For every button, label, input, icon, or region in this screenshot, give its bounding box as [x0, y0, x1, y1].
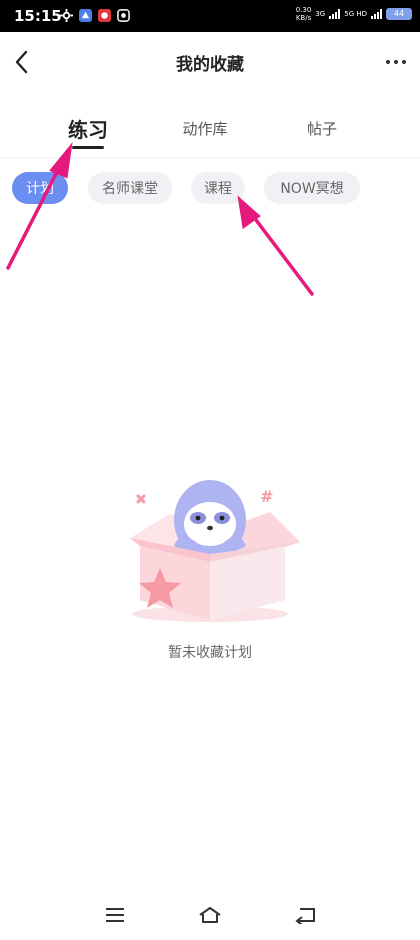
empty-message: 暂未收藏计划: [168, 645, 252, 661]
chip-now-meditation[interactable]: NOW冥想: [264, 172, 360, 204]
return-icon: [295, 908, 315, 924]
status-notification-icons: [60, 9, 130, 22]
signal-type-2: 5G HD: [344, 10, 367, 18]
annotation-arrow-icon: [248, 210, 314, 296]
battery-icon: 44: [386, 8, 412, 20]
more-dots-icon: [402, 60, 406, 64]
filter-chips: 计划 名师课堂 课程 NOW冥想: [0, 172, 420, 206]
signal-bars-icon: [329, 9, 341, 19]
status-bar: 15:15 0.30 KB/s 3G 5G HD 44: [0, 0, 420, 32]
page-title: 我的收藏: [176, 55, 244, 75]
system-nav-bar: [0, 890, 420, 940]
battery-level: 44: [393, 9, 405, 18]
status-right-indicators: 0.30 KB/s 3G 5G HD 44: [296, 6, 412, 22]
signal-type-1: 3G: [315, 10, 326, 18]
net-speed-value: 0.30: [295, 6, 312, 14]
nav-back-button[interactable]: [292, 904, 318, 926]
nav-menu-button[interactable]: [102, 904, 128, 926]
tab-bar: 练习 动作库 帖子: [0, 108, 420, 158]
nav-home-button[interactable]: [197, 904, 223, 926]
more-dots-icon: [394, 60, 398, 64]
title-bar: 我的收藏: [0, 32, 420, 92]
app-notification-icon: [98, 9, 111, 22]
status-time: 15:15: [14, 7, 62, 25]
signal-bars-icon: [371, 9, 382, 19]
chip-course[interactable]: 课程: [191, 172, 245, 204]
favorites-page: 15:15 0.30 KB/s 3G 5G HD 44 我的收藏 练习 动作库 …: [0, 0, 420, 940]
menu-icon: [106, 908, 124, 922]
tab-active-indicator: [72, 146, 104, 149]
home-icon: [199, 907, 221, 923]
empty-state: # 暂未收藏计划: [0, 450, 420, 670]
tab-exercise-library[interactable]: 动作库: [176, 118, 234, 139]
tab-practice[interactable]: 练习: [66, 114, 110, 143]
app-notification-icon: [117, 9, 130, 22]
app-notification-icon: [79, 9, 92, 22]
net-speed: 0.30 KB/s: [296, 6, 312, 22]
tab-posts[interactable]: 帖子: [302, 118, 342, 139]
more-dots-icon: [386, 60, 390, 64]
svg-text:#: #: [260, 487, 273, 506]
chip-plan[interactable]: 计划: [12, 172, 68, 204]
settings-icon: [60, 9, 73, 22]
sloth-in-box-illustration: #: [130, 480, 300, 622]
more-button[interactable]: [380, 50, 412, 74]
chip-master-class[interactable]: 名师课堂: [88, 172, 172, 204]
net-speed-unit: KB/s: [295, 14, 312, 22]
